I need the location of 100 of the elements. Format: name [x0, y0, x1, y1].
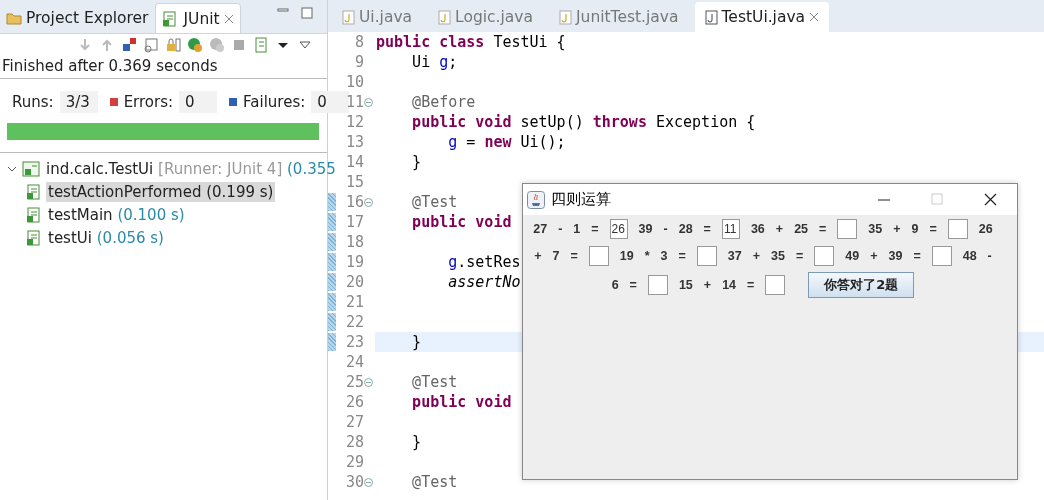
test-item[interactable]: testActionPerformed (0.199 s) [46, 181, 276, 202]
code-line: } [411, 333, 422, 351]
number-text: 25 [794, 221, 809, 238]
fold-icon[interactable] [364, 97, 373, 107]
number-text: 48 [962, 248, 977, 265]
test-item[interactable]: testUi (0.056 s) [46, 227, 166, 248]
number-text: 28 [678, 221, 693, 238]
next-failure-icon [77, 37, 93, 53]
number-text: 1 [573, 221, 581, 238]
line-number: 14 [345, 153, 364, 171]
operator-text: = [929, 221, 937, 238]
failure-icon [229, 98, 238, 106]
code-line: @Before [411, 93, 476, 111]
rerun-icon [187, 37, 203, 53]
dialog-title: 四则运算 [551, 190, 611, 209]
test-icon [26, 206, 42, 223]
java-file-icon [438, 9, 452, 25]
answer-field[interactable] [837, 219, 858, 239]
lock-icon [165, 37, 181, 53]
number-text: 3 [660, 248, 668, 265]
code-line: public void setUp() throws Exception { [411, 113, 756, 131]
status-text: Finished after 0.369 seconds [0, 56, 327, 79]
answer-field[interactable] [931, 246, 952, 266]
answer-field[interactable]: 11 [721, 219, 740, 239]
line-number: 8 [354, 33, 364, 51]
number-text: 26 [978, 221, 993, 238]
line-number: 26 [345, 393, 364, 411]
operator-text: + [703, 277, 712, 294]
line-number: 17 [345, 213, 364, 231]
java-file-icon [704, 9, 718, 25]
operator-text: + [775, 221, 784, 238]
answer-field[interactable]: 26 [609, 219, 628, 239]
number-text: 15 [678, 277, 693, 294]
answer-field[interactable] [814, 246, 835, 266]
line-number: 29 [345, 453, 364, 471]
number-text: 36 [750, 221, 765, 238]
number-text: 39 [888, 248, 903, 265]
number-text: 37 [727, 248, 742, 265]
line-number: 16 [345, 193, 364, 211]
line-number: 10 [345, 73, 364, 91]
test-icon [26, 183, 42, 200]
operator-text: = [747, 277, 755, 294]
counter-value: 0 [179, 91, 218, 113]
java-app-icon [527, 190, 545, 209]
line-number: 12 [345, 113, 364, 131]
line-number: 24 [345, 353, 364, 371]
line-number: 30 [345, 473, 364, 491]
code-line: } [411, 433, 422, 451]
line-number: 9 [354, 53, 364, 71]
editor-tab[interactable]: Ui.java [332, 2, 423, 32]
close-icon [809, 12, 820, 22]
number-text: 35 [771, 248, 785, 265]
operator-text: = [819, 221, 827, 238]
test-icon [26, 229, 42, 246]
view-tab[interactable]: Project Explorer [0, 3, 155, 33]
fold-icon[interactable] [364, 477, 373, 487]
java-file-icon [559, 9, 572, 25]
check-button[interactable]: 你答对了2题 [808, 272, 915, 298]
error-icon [109, 98, 118, 106]
code-line: @Test [411, 193, 458, 211]
line-number: 22 [345, 313, 364, 331]
line-number: 13 [345, 133, 364, 151]
code-line: public void [411, 393, 512, 411]
fold-icon[interactable] [364, 377, 373, 387]
editor-tab[interactable]: JunitTest.java [549, 2, 689, 32]
test-item[interactable]: testMain (0.100 s) [46, 204, 187, 225]
line-number: 23 [345, 333, 364, 351]
counter-label: Failures: [243, 93, 306, 111]
suite-item[interactable]: ind.calc.TestUi [Runner: JUnit 4] (0.355 [44, 158, 338, 179]
code-line: g = new Ui(); [447, 133, 566, 151]
stop-icon [231, 37, 247, 53]
code-line: assertNo [447, 273, 521, 291]
operator-text: + [893, 221, 901, 238]
code-line: @Test [411, 373, 458, 391]
answer-field[interactable] [696, 246, 717, 266]
operator-text: - [987, 248, 992, 265]
editor-tab[interactable]: TestUi.java [694, 2, 830, 32]
operator-text: = [570, 248, 578, 265]
folder-icon [6, 11, 22, 25]
number-text: 9 [911, 221, 919, 238]
line-number: 28 [345, 433, 364, 451]
answer-field[interactable] [947, 219, 968, 239]
number-text: 49 [845, 248, 860, 265]
code-line: Ui g; [411, 53, 458, 71]
test-suite-icon [22, 160, 40, 177]
code-line: @Test [411, 473, 458, 491]
editor-tab[interactable]: Logic.java [428, 2, 543, 32]
answer-field[interactable] [647, 275, 668, 295]
number-text: 6 [611, 277, 619, 294]
line-number: 18 [345, 233, 364, 251]
answer-field[interactable] [588, 246, 609, 266]
operator-text: + [870, 248, 878, 265]
view-tab[interactable]: JUnit [154, 3, 241, 33]
operator-text: = [629, 277, 637, 294]
java-file-icon [342, 9, 355, 25]
close-icon[interactable] [984, 192, 997, 207]
operator-text: + [534, 248, 542, 265]
fold-icon[interactable] [364, 197, 373, 207]
operator-text: = [591, 221, 599, 238]
answer-field[interactable] [765, 275, 786, 295]
